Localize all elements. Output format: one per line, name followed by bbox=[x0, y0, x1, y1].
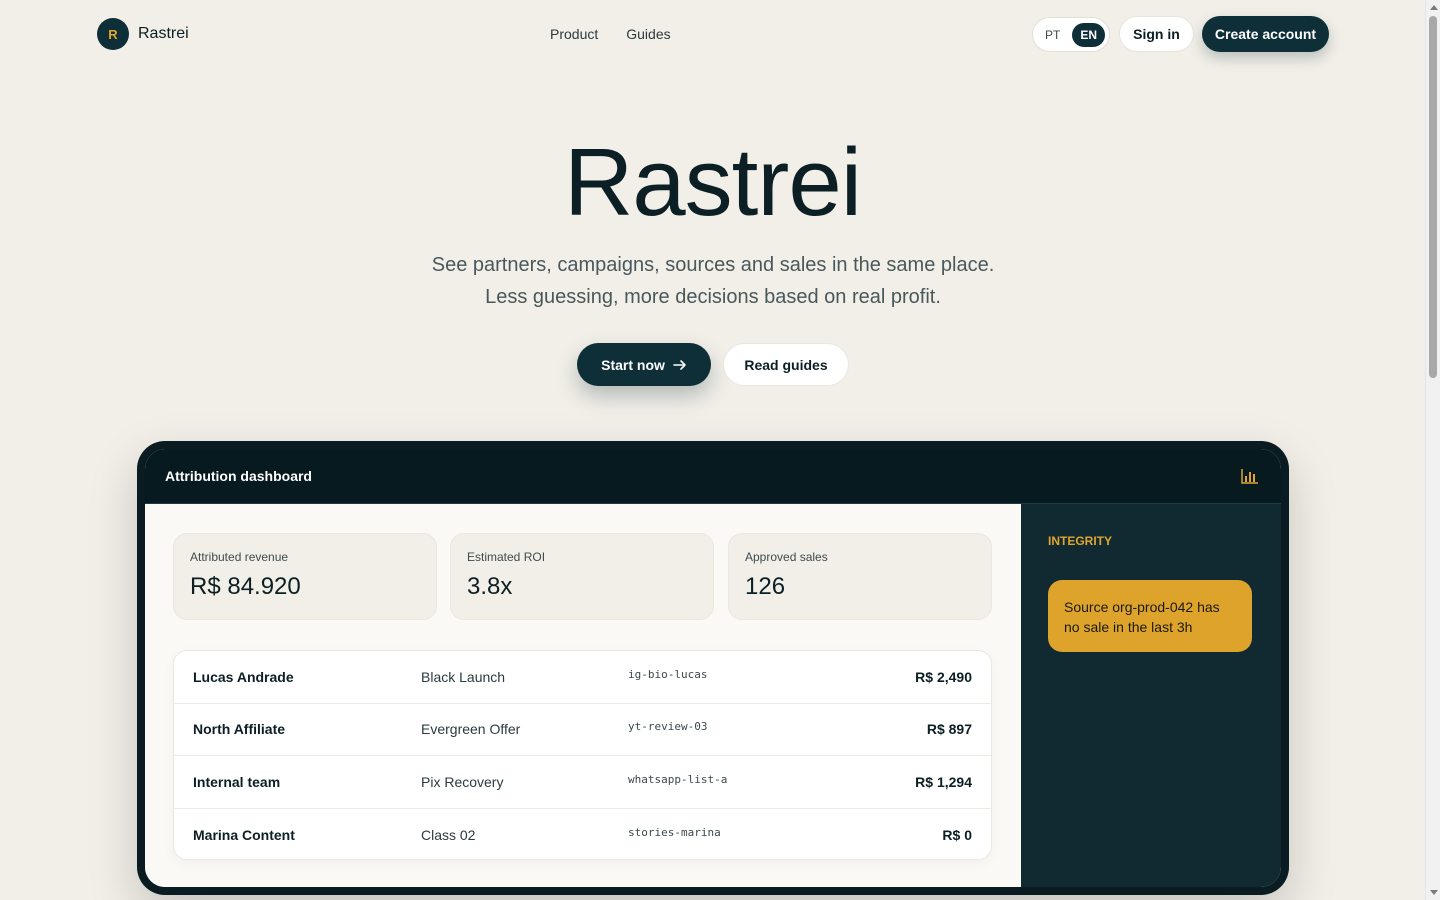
hero-title: Rastrei bbox=[563, 129, 862, 236]
scroll-down-icon[interactable] bbox=[1430, 890, 1438, 895]
amount-cell: R$ 897 bbox=[926, 721, 972, 737]
scroll-thumb[interactable] bbox=[1429, 16, 1437, 378]
read-guides-button[interactable]: Read guides bbox=[723, 343, 849, 386]
metric-value: 126 bbox=[745, 573, 786, 600]
dashboard-frame: Attribution dashboard Attributed revenue… bbox=[137, 441, 1289, 895]
nav-product[interactable]: Product bbox=[550, 26, 598, 42]
campaign-cell: Evergreen Offer bbox=[421, 721, 521, 737]
dashboard-main: Attributed revenue R$ 84.920 Estimated R… bbox=[145, 504, 1021, 887]
dashboard-screen: Attribution dashboard Attributed revenue… bbox=[145, 449, 1281, 887]
brand-name: Rastrei bbox=[138, 25, 189, 42]
metric-card-roi: Estimated ROI 3.8x bbox=[450, 533, 714, 620]
dashboard-title: Attribution dashboard bbox=[165, 468, 312, 484]
campaign-cell: Pix Recovery bbox=[421, 774, 504, 790]
source-cell: yt-review-03 bbox=[628, 720, 708, 733]
metric-label: Attributed revenue bbox=[190, 550, 289, 564]
source-cell: stories-marina bbox=[628, 826, 721, 839]
scroll-up-icon[interactable] bbox=[1430, 5, 1438, 10]
source-cell: ig-bio-lucas bbox=[628, 668, 708, 681]
lang-en[interactable]: EN bbox=[1072, 22, 1106, 47]
campaign-cell: Class 02 bbox=[421, 827, 476, 843]
partner-cell: Lucas Andrade bbox=[193, 669, 294, 685]
dashboard-topbar: Attribution dashboard bbox=[145, 449, 1281, 504]
nav-guides[interactable]: Guides bbox=[626, 26, 670, 42]
brand-logo[interactable]: R Rastrei bbox=[97, 18, 189, 50]
table-row[interactable]: North Affiliate Evergreen Offer yt-revie… bbox=[174, 703, 991, 756]
create-account-button[interactable]: Create account bbox=[1202, 16, 1329, 52]
start-now-label: Start now bbox=[601, 356, 665, 373]
table-row[interactable]: Lucas Andrade Black Launch ig-bio-lucas … bbox=[174, 651, 991, 704]
integrity-label: INTEGRITY bbox=[1048, 534, 1113, 548]
campaign-cell: Black Launch bbox=[421, 669, 506, 685]
site-header: R Rastrei Product Guides PT EN Sign in C… bbox=[0, 0, 1425, 70]
metric-card-sales: Approved sales 126 bbox=[728, 533, 992, 620]
metric-label: Approved sales bbox=[745, 550, 828, 564]
amount-cell: R$ 0 bbox=[942, 827, 972, 843]
language-switcher: PT EN bbox=[1032, 17, 1110, 52]
sign-in-button[interactable]: Sign in bbox=[1119, 16, 1194, 52]
main-nav: Product Guides bbox=[550, 26, 671, 42]
table-row[interactable]: Marina Content Class 02 stories-marina R… bbox=[174, 809, 991, 862]
source-cell: whatsapp-list-a bbox=[628, 773, 728, 786]
attribution-table: Lucas Andrade Black Launch ig-bio-lucas … bbox=[173, 650, 992, 860]
partner-cell: Internal team bbox=[193, 774, 281, 790]
bar-chart-icon[interactable] bbox=[1241, 468, 1259, 484]
metric-value: 3.8x bbox=[467, 573, 513, 600]
metric-card-revenue: Attributed revenue R$ 84.920 bbox=[173, 533, 437, 620]
metric-label: Estimated ROI bbox=[467, 550, 546, 564]
lang-pt[interactable]: PT bbox=[1037, 23, 1068, 47]
logo-mark: R bbox=[97, 18, 129, 50]
partner-cell: North Affiliate bbox=[193, 721, 286, 737]
partner-cell: Marina Content bbox=[193, 827, 295, 843]
start-now-button[interactable]: Start now bbox=[577, 343, 711, 386]
table-row[interactable]: Internal team Pix Recovery whatsapp-list… bbox=[174, 756, 991, 809]
amount-cell: R$ 1,294 bbox=[915, 774, 972, 790]
hero-subtitle: See partners, campaigns, sources and sal… bbox=[431, 254, 995, 308]
integrity-panel: INTEGRITY Source org-prod-042 has no sal… bbox=[1021, 504, 1281, 887]
amount-cell: R$ 2,490 bbox=[915, 669, 972, 685]
page-scrollbar[interactable] bbox=[1425, 0, 1440, 900]
metric-value: R$ 84.920 bbox=[190, 573, 301, 600]
integrity-alert[interactable]: Source org-prod-042 has no sale in the l… bbox=[1048, 580, 1252, 652]
arrow-right-icon bbox=[673, 359, 686, 370]
